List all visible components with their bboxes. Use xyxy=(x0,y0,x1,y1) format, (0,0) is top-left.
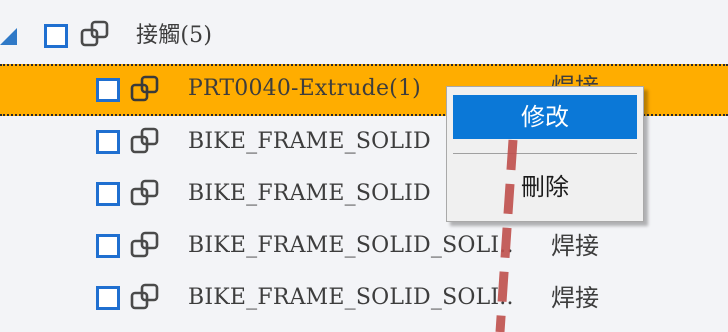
tree-node-contacts[interactable]: 接觸(5) xyxy=(0,12,728,62)
tree-item-label: PRT0040-Extrude(1) xyxy=(188,76,421,101)
checkbox[interactable] xyxy=(96,182,120,206)
checkbox[interactable] xyxy=(96,286,120,310)
linked-parts-icon xyxy=(130,231,159,258)
linked-parts-icon xyxy=(80,20,109,47)
checkbox[interactable] xyxy=(96,78,120,102)
linked-parts-icon xyxy=(130,75,159,102)
menu-item-edit[interactable]: 修改 xyxy=(453,95,637,139)
linked-parts-icon xyxy=(130,283,159,310)
tree-item-label: BIKE_FRAME_SOLID_SOLI.. xyxy=(188,285,514,310)
checkbox[interactable] xyxy=(96,130,120,154)
tree-item-label: BIKE_FRAME_SOLID xyxy=(188,129,431,154)
menu-item-delete[interactable]: 刪除 xyxy=(453,165,637,209)
tree-item-type: 焊接 xyxy=(551,232,599,260)
tree-item-label: BIKE_FRAME_SOLID_SOLI.. xyxy=(188,233,514,258)
tree-item-type: 焊接 xyxy=(551,284,599,312)
tree-item-bike-frame-solid-soli-1[interactable]: BIKE_FRAME_SOLID_SOLI.. 焊接 xyxy=(0,221,728,273)
checkbox[interactable] xyxy=(96,234,120,258)
expand-triangle-icon[interactable] xyxy=(0,28,17,45)
tree-node-label: 接觸(5) xyxy=(136,23,213,48)
checkbox[interactable] xyxy=(44,24,68,48)
tree-item-label: BIKE_FRAME_SOLID xyxy=(188,181,431,206)
tree-item-bike-frame-solid-soli-2[interactable]: BIKE_FRAME_SOLID_SOLI.. 焊接 xyxy=(0,273,728,332)
menu-separator xyxy=(453,153,637,154)
linked-parts-icon xyxy=(130,127,159,154)
context-menu: 修改 刪除 xyxy=(446,86,644,222)
linked-parts-icon xyxy=(130,179,159,206)
